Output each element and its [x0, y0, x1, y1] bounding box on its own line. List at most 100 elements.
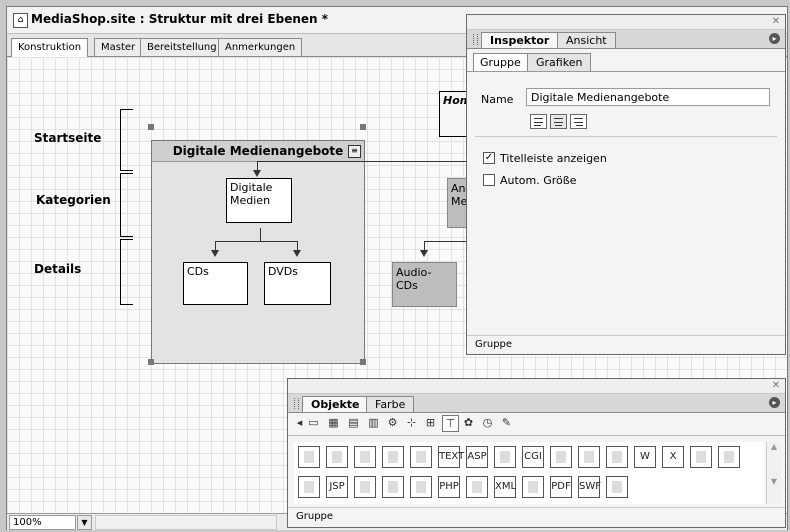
list-icon[interactable] — [522, 476, 544, 498]
cgi-icon[interactable]: CGI — [522, 446, 544, 468]
sitemap-icon[interactable]: ⊹ — [404, 415, 419, 430]
structure-icon[interactable]: ⊞ — [423, 415, 438, 430]
level-bracket — [120, 109, 133, 171]
grip-icon[interactable] — [294, 398, 299, 409]
pdf-icon[interactable]: PDF — [550, 476, 572, 498]
sitemap-object-icon[interactable] — [326, 446, 348, 468]
objects-tab-bar: Objekte Farbe ▸ — [288, 394, 785, 413]
page-cds[interactable]: CDs — [183, 262, 248, 305]
level-label-startseite: Startseite — [34, 131, 102, 145]
arrow-down-icon — [211, 250, 219, 257]
word-icon[interactable]: W — [634, 446, 656, 468]
level-bracket — [120, 239, 133, 305]
align-right-icon[interactable] — [570, 114, 587, 129]
excel-icon[interactable]: X — [662, 446, 684, 468]
page-digitale-medien[interactable]: Digitale Medien — [226, 178, 292, 223]
tab-master[interactable]: Master — [94, 38, 143, 56]
checkbox-autom-groesse-label: Autom. Größe — [500, 174, 577, 187]
vertical-scrollbar[interactable]: ▲ ▼ — [766, 442, 781, 504]
file-icon[interactable] — [494, 446, 516, 468]
grid-icon[interactable]: ▦ — [326, 415, 341, 430]
divider — [288, 507, 785, 508]
collapse-icon[interactable]: ≡ — [348, 145, 361, 158]
tab-ansicht[interactable]: Ansicht — [557, 32, 616, 48]
php-icon[interactable]: PHP — [438, 476, 460, 498]
doc-icon[interactable] — [578, 446, 600, 468]
group-title[interactable]: Digitale Medienangebote — [152, 141, 364, 162]
page-object-icon[interactable] — [298, 446, 320, 468]
subtab-gruppe[interactable]: Gruppe — [473, 53, 528, 71]
tab-bereitstellung[interactable]: Bereitstellung — [140, 38, 224, 56]
page3-icon[interactable] — [466, 476, 488, 498]
resize-handle[interactable] — [148, 359, 154, 365]
document-icon[interactable] — [382, 446, 404, 468]
text-object-icon[interactable]: TEXT — [438, 446, 464, 468]
page-icon[interactable]: ▭ — [306, 415, 321, 430]
pen-icon[interactable]: ✎ — [499, 415, 514, 430]
xml-icon[interactable]: XML — [494, 476, 516, 498]
inspector-panel: ✕ Inspektor Ansicht ▸ Gruppe Grafiken Na… — [466, 14, 786, 355]
book-icon[interactable] — [606, 476, 628, 498]
gear-icon[interactable]: ⚙ — [385, 415, 400, 430]
resize-handle[interactable] — [360, 124, 366, 130]
image-icon[interactable] — [410, 476, 432, 498]
page-audio-cds[interactable]: Audio-CDs — [392, 262, 457, 307]
divider — [288, 435, 785, 436]
chevron-down-icon[interactable]: ▼ — [77, 515, 92, 530]
resize-handle[interactable] — [148, 124, 154, 130]
database-icon[interactable] — [550, 446, 572, 468]
jsp-icon[interactable]: JSP — [326, 476, 348, 498]
htm-icon[interactable] — [606, 446, 628, 468]
name-input[interactable] — [526, 88, 770, 106]
doc2-icon[interactable] — [382, 476, 404, 498]
checkbox-autom-groesse[interactable] — [483, 174, 495, 186]
level-bracket — [120, 173, 133, 237]
subtab-grafiken[interactable]: Grafiken — [527, 53, 592, 71]
objects-footer: Gruppe — [296, 511, 334, 522]
close-icon[interactable]: ✕ — [771, 381, 781, 391]
horizontal-scrollbar[interactable] — [95, 515, 277, 530]
resize-handle[interactable] — [360, 359, 366, 365]
panel-menu-icon[interactable]: ▸ — [769, 33, 780, 44]
level-label-details: Details — [34, 262, 82, 276]
tv-icon[interactable] — [718, 446, 740, 468]
close-icon[interactable]: ✕ — [771, 17, 781, 27]
arrow-left-icon[interactable]: ◂ — [292, 415, 307, 430]
form-icon[interactable] — [410, 446, 432, 468]
text-page-icon[interactable] — [354, 446, 376, 468]
tab-inspektor[interactable]: Inspektor — [481, 32, 559, 48]
layout-icon[interactable]: ▤ — [346, 415, 361, 430]
panel-topbar: ✕ — [467, 15, 785, 30]
tab-farbe[interactable]: Farbe — [366, 396, 415, 412]
page2-icon[interactable] — [690, 446, 712, 468]
inspector-tab-bar: Inspektor Ansicht ▸ — [467, 30, 785, 49]
copy-icon[interactable] — [354, 476, 376, 498]
checkbox-titelleiste[interactable]: ✓ — [483, 152, 495, 164]
connector-line — [257, 161, 467, 162]
object-grid: TEXT ASP CGI W X JSP PHP XML PDF SWF — [294, 442, 764, 504]
swf-icon[interactable]: SWF — [578, 476, 601, 498]
clock-icon[interactable]: ◷ — [480, 415, 495, 430]
palette-icon[interactable]: ✿ — [461, 415, 476, 430]
inspector-footer: Gruppe — [475, 339, 513, 350]
panel-menu-icon[interactable]: ▸ — [769, 397, 780, 408]
tree-icon[interactable]: ⊤ — [442, 415, 459, 432]
connector-line — [260, 228, 261, 242]
connector-line — [424, 241, 468, 242]
page-dvds[interactable]: DVDs — [264, 262, 331, 305]
tab-konstruktion[interactable]: Konstruktion — [11, 38, 89, 57]
grip-icon[interactable] — [473, 34, 478, 45]
divider — [475, 136, 777, 137]
divider — [467, 335, 785, 336]
frame-icon[interactable]: ▥ — [366, 415, 381, 430]
zoom-field[interactable]: 100% — [9, 515, 76, 530]
align-center-icon[interactable] — [550, 114, 567, 129]
asp-icon[interactable]: ASP — [466, 446, 488, 468]
arrow-down-icon — [420, 250, 428, 257]
align-left-icon[interactable] — [530, 114, 547, 129]
link-icon[interactable] — [298, 476, 320, 498]
object-category-toolbar: ◂ ▭ ▦ ▤ ▥ ⚙ ⊹ ⊞ ⊤ ✿ ◷ ✎ — [292, 415, 782, 433]
tab-objekte[interactable]: Objekte — [302, 396, 369, 412]
tab-anmerkungen[interactable]: Anmerkungen — [218, 38, 303, 56]
arrow-down-icon — [253, 170, 261, 177]
